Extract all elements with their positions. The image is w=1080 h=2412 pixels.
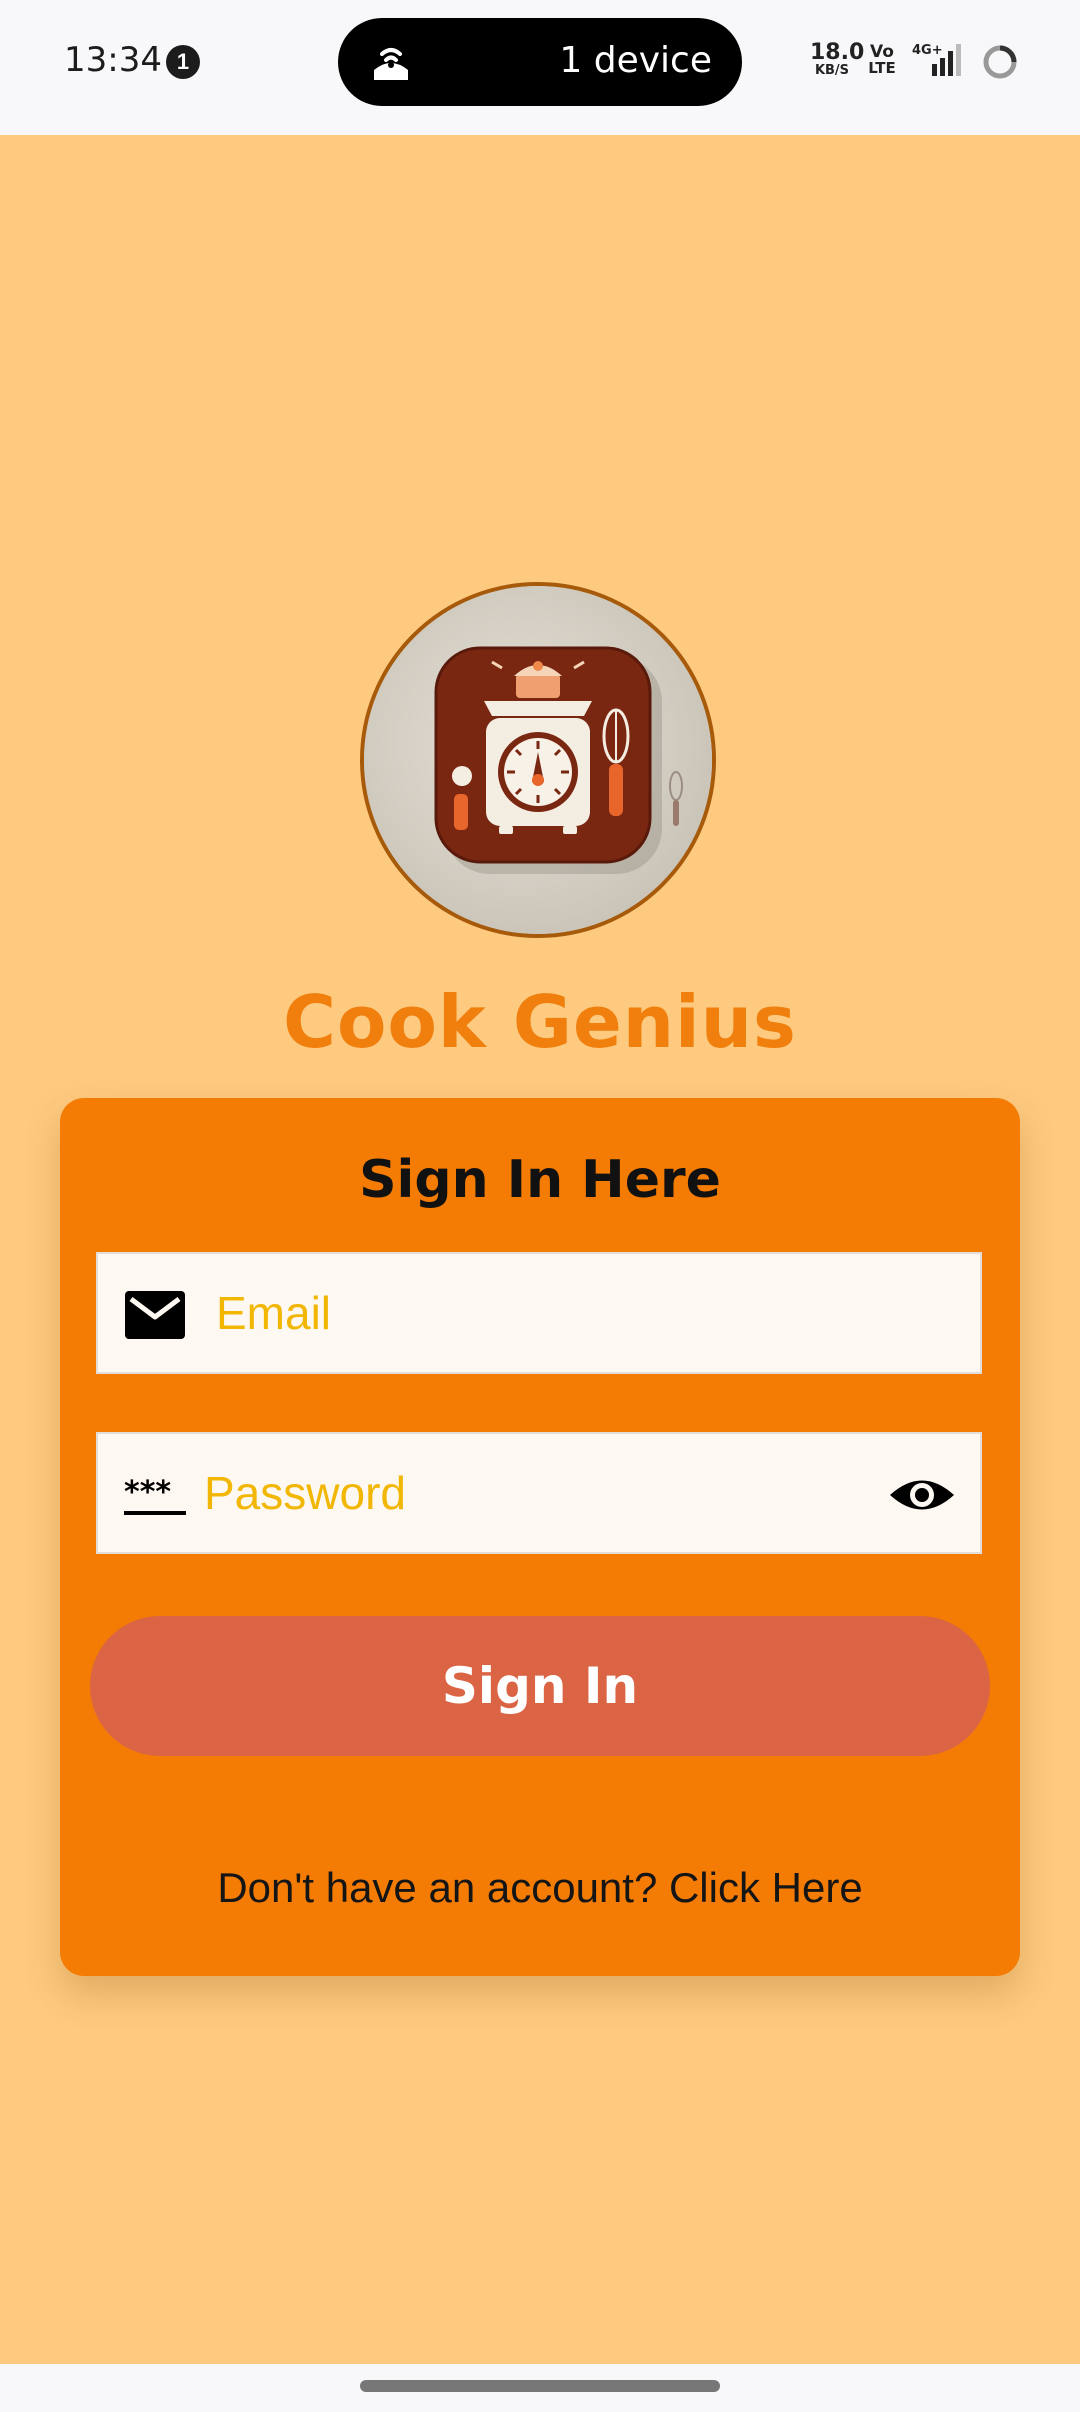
sign-up-link[interactable]: Don't have an account? Click Here <box>60 1864 1020 1912</box>
app-logo <box>360 582 716 938</box>
email-field[interactable] <box>96 1252 982 1374</box>
kitchen-scale-logo-icon <box>364 586 712 934</box>
battery-icon <box>983 45 1017 79</box>
status-bar: 13:34 1 1 device 18.0 KB/S Vo LTE 4G+ <box>0 0 1080 135</box>
mail-icon <box>125 1291 185 1339</box>
network-type: 4G+ <box>912 43 943 58</box>
password-icon: *** <box>124 1478 186 1515</box>
volte-indicator: Vo LTE <box>866 44 898 76</box>
network-speed: 18.0 KB/S <box>810 40 865 78</box>
speed-value: 18.0 <box>810 40 865 65</box>
email-input[interactable] <box>216 1254 856 1372</box>
sign-in-button[interactable]: Sign In <box>90 1616 990 1756</box>
signal-icon: 4G+ <box>912 43 961 76</box>
status-time: 13:34 <box>64 40 162 80</box>
sign-in-card: Sign In Here *** Sign In Don't have an a… <box>60 1098 1020 1976</box>
hotspot-label: 1 device <box>559 40 712 81</box>
home-gesture-handle[interactable] <box>360 2380 720 2392</box>
hotspot-pill[interactable]: 1 device <box>338 18 742 106</box>
svg-text:***: *** <box>124 1478 171 1510</box>
password-input[interactable] <box>204 1434 844 1552</box>
notification-badge: 1 <box>166 45 200 79</box>
volte-bottom: LTE <box>868 59 896 77</box>
sign-in-title: Sign In Here <box>359 1150 721 1210</box>
speed-unit: KB/S <box>814 63 850 78</box>
app-title: Cook Genius <box>283 980 797 1064</box>
eye-icon[interactable] <box>888 1474 956 1516</box>
navigation-bar <box>0 2364 1080 2412</box>
hotspot-icon <box>374 48 408 80</box>
password-field[interactable]: *** <box>96 1432 982 1554</box>
